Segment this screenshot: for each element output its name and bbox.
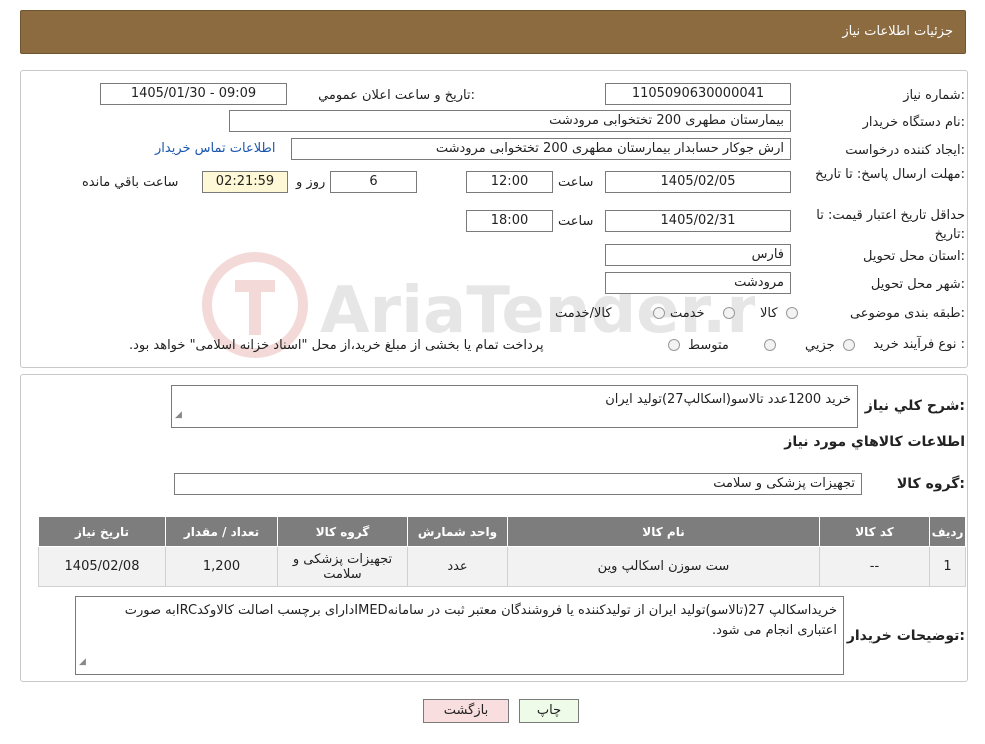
cell-item-group: تجهیزات پزشکی و سلامت: [277, 546, 408, 587]
process-radio-medium[interactable]: [764, 339, 776, 351]
process-note: پرداخت تمام يا بخشی از مبلغ خريد،از محل …: [129, 338, 544, 353]
cell-unit: عدد: [407, 546, 508, 587]
buyer-org-field: بیمارستان مطهری 200 تختخوابی مرودشت: [229, 110, 791, 132]
category-radio-goods[interactable]: [786, 307, 798, 319]
deadline-date-field: 1405/02/05: [605, 171, 791, 193]
remaining-label: ساعت باقي مانده: [82, 175, 179, 190]
col-item-code: كد كالا: [819, 516, 930, 547]
summary-textarea[interactable]: خرید 1200عدد تالاسو(اسکالپ27)تولید ایران…: [171, 385, 858, 428]
category-label: طبقه بندی موضوعی:: [849, 306, 965, 321]
province-label: استان محل تحويل:: [863, 249, 965, 264]
col-item-group: گروه كالا: [277, 516, 408, 547]
summary-label: شرح كلي نياز:: [864, 398, 965, 414]
group-field: تجهیزات پزشکی و سلامت: [174, 473, 862, 495]
city-label: شهر محل تحويل:: [870, 277, 965, 292]
validity-time-field: 18:00: [466, 210, 553, 232]
col-need-date: تاريخ نياز: [38, 516, 166, 547]
page-title: جزئیات اطلاعات نیاز: [842, 24, 953, 39]
city-field: مرودشت: [605, 272, 791, 294]
category-option-goods: کالا: [760, 306, 778, 321]
process-label: نوع فرآيند خريد :: [873, 337, 965, 352]
days-label: روز و: [296, 175, 326, 190]
category-option-goods-service: کالا/خدمت: [555, 306, 612, 321]
process-radio-minor[interactable]: [843, 339, 855, 351]
cell-need-date: 1405/02/08: [38, 546, 166, 587]
remaining-time-field: 02:21:59: [202, 171, 288, 193]
province-field: فارس: [605, 244, 791, 266]
col-unit: واحد شمارش: [407, 516, 508, 547]
buyer-notes-label: توضيحات خريدار:: [846, 628, 965, 644]
resize-handle-icon[interactable]: ◢: [175, 405, 182, 425]
cell-quantity: 1,200: [165, 546, 278, 587]
days-field: 6: [330, 171, 417, 193]
need-number-field: 1105090630000041: [605, 83, 791, 105]
col-item-name: نام كالا: [507, 516, 820, 547]
items-table: رديف كد كالا نام كالا واحد شمارش گروه كا…: [38, 516, 966, 587]
announce-label: تاریخ و ساعت اعلان عمومي:: [318, 88, 475, 103]
announce-datetime-field: 1405/01/30 - 09:09: [100, 83, 287, 105]
table-header-row: رديف كد كالا نام كالا واحد شمارش گروه كا…: [38, 516, 966, 547]
group-label: گروه كالا:: [896, 476, 965, 492]
table-row: 1 -- ست سوزن اسکالپ وین عدد تجهیزات پزشک…: [38, 546, 966, 587]
category-option-service: خدمت: [670, 306, 705, 321]
cell-item-code: --: [819, 546, 930, 587]
buyer-org-label: نام دستگاه خريدار:: [862, 115, 965, 130]
creator-label: ايجاد كننده درخواست:: [845, 143, 965, 158]
back-button[interactable]: بازگشت: [423, 699, 509, 723]
page-header: جزئیات اطلاعات نیاز: [20, 10, 966, 54]
summary-text: خرید 1200عدد تالاسو(اسکالپ27)تولید ایران: [605, 392, 851, 407]
validity-time-label: ساعت: [558, 214, 594, 229]
cell-item-name: ست سوزن اسکالپ وین: [507, 546, 820, 587]
resize-handle-icon[interactable]: ◢: [79, 652, 86, 672]
col-row-number: رديف: [929, 516, 966, 547]
col-quantity: تعداد / مقدار: [165, 516, 278, 547]
process-radio-treasury[interactable]: [668, 339, 680, 351]
need-number-label: شماره نیاز:: [903, 88, 965, 103]
process-option-minor: جزيي: [805, 338, 835, 353]
deadline-label: مهلت ارسال پاسخ: تا تاريخ:: [815, 167, 965, 182]
process-option-medium: متوسط: [688, 338, 729, 353]
category-radio-goods-service[interactable]: [653, 307, 665, 319]
deadline-time-label: ساعت: [558, 175, 594, 190]
creator-field: ارش جوکار حسابدار بیمارستان مطهری 200 تخ…: [291, 138, 791, 160]
deadline-time-field: 12:00: [466, 171, 553, 193]
category-radio-service[interactable]: [723, 307, 735, 319]
validity-date-field: 1405/02/31: [605, 210, 791, 232]
buyer-notes-textarea[interactable]: خریداسکالپ 27(تالاسو)تولید ایران از تولی…: [75, 596, 844, 675]
validity-label: حداقل تاريخ اعتبار قيمت: تا تاريخ:: [816, 208, 965, 242]
cell-row-number: 1: [929, 546, 966, 587]
print-button[interactable]: چاپ: [519, 699, 579, 723]
buyer-notes-text: خریداسکالپ 27(تالاسو)تولید ایران از تولی…: [124, 603, 837, 638]
items-heading: اطلاعات كالاهاي مورد نياز: [784, 434, 965, 450]
buyer-contact-link[interactable]: اطلاعات تماس خريدار: [155, 141, 275, 156]
